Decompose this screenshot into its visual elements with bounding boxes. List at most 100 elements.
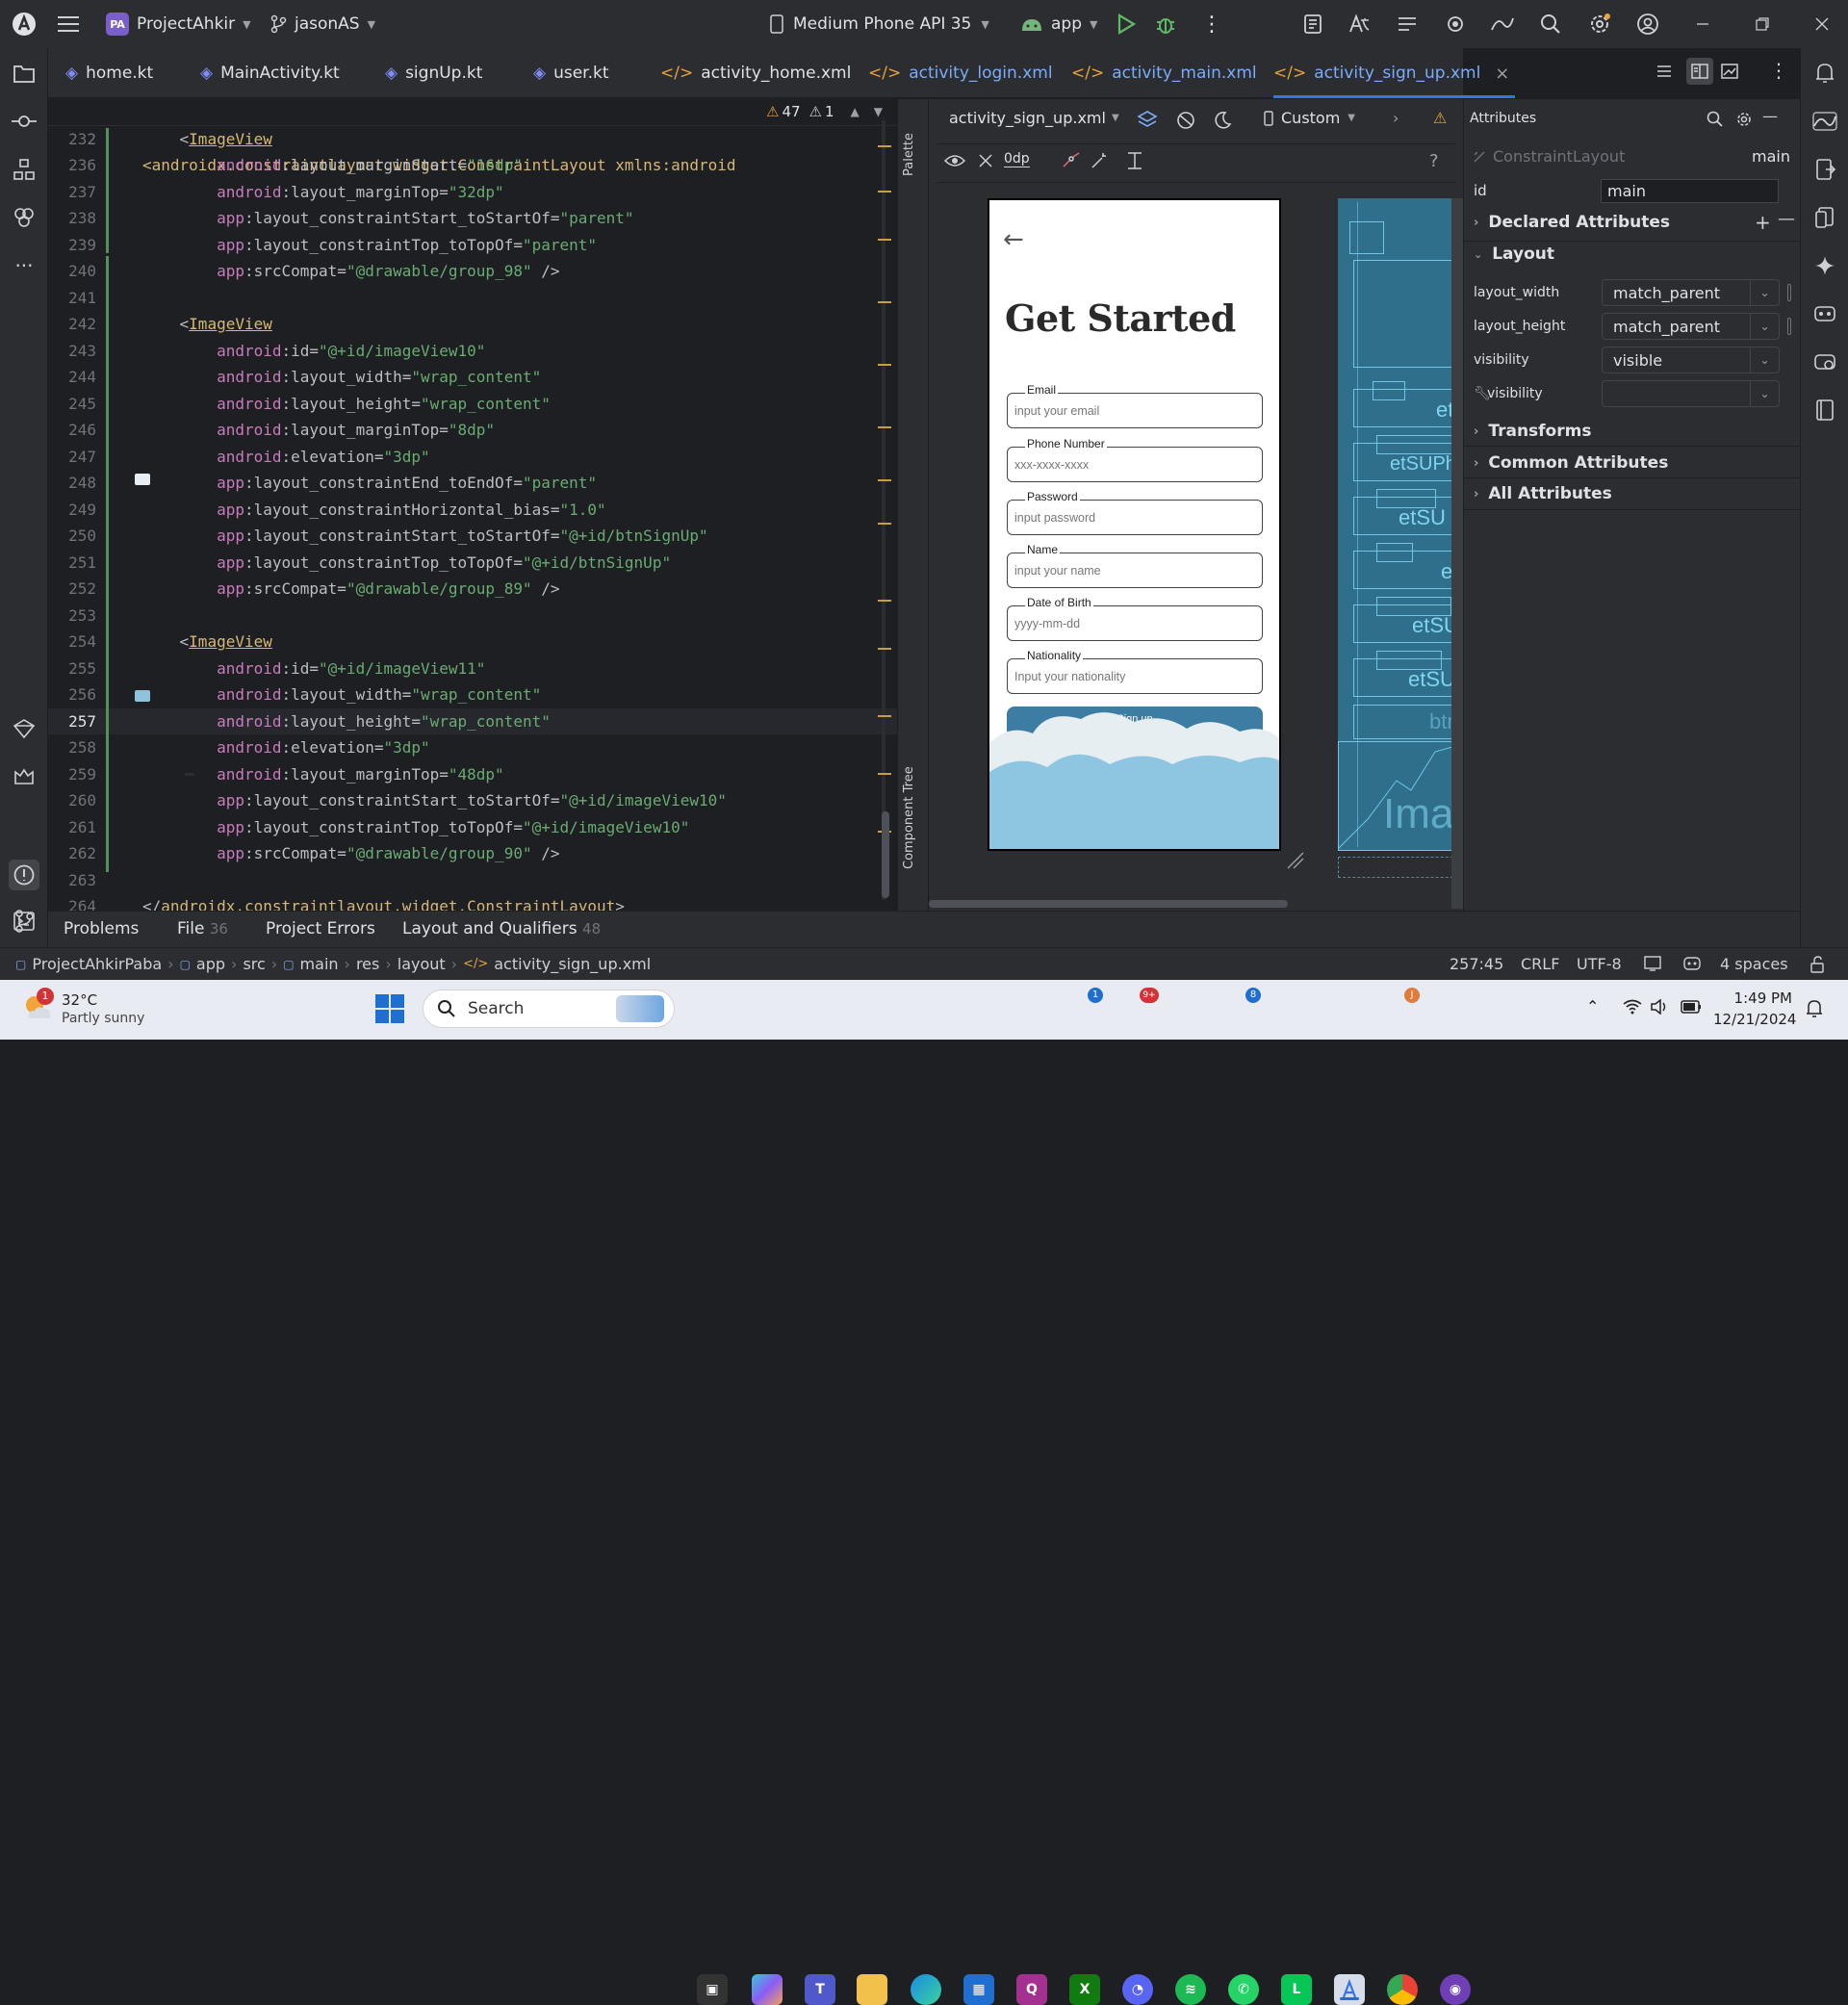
device-preset-selector[interactable]: Custom ▼ — [1264, 109, 1355, 127]
device-file-explorer-icon[interactable] — [1811, 156, 1838, 183]
commit-icon[interactable] — [11, 108, 38, 135]
layout-section[interactable]: ⌄ Layout — [1474, 244, 1554, 264]
weather-temp[interactable]: 32°C — [62, 991, 97, 1009]
date-of-birth-field[interactable]: Date of Birth yyyy-mm-dd — [1007, 596, 1263, 641]
close-tab-icon[interactable]: × — [1495, 64, 1509, 84]
code-line[interactable]: 262 app:srcCompat="@drawable/group_90" /… — [48, 840, 897, 867]
battery-icon[interactable] — [1681, 999, 1702, 1017]
back-arrow-icon[interactable]: ← — [1003, 225, 1024, 254]
line-separator[interactable]: CRLF — [1521, 955, 1559, 973]
id-input[interactable]: main — [1601, 179, 1779, 203]
unlocked-icon[interactable] — [1810, 956, 1825, 977]
maximize-window-icon[interactable] — [1756, 0, 1769, 48]
main-menu-icon[interactable] — [58, 0, 79, 48]
tab-activity-main-xml[interactable]: </> activity_main.xml — [1071, 48, 1257, 98]
app-quality-insights-icon[interactable] — [11, 763, 38, 790]
tab-signup-kt[interactable]: ◈ signUp.kt — [385, 48, 482, 98]
editor-scroll-thumb[interactable] — [882, 811, 889, 898]
code-line[interactable]: 248 app:layout_constraintEnd_toEndOf="pa… — [48, 470, 897, 497]
clock-time[interactable]: 1:49 PM — [1719, 990, 1792, 1007]
code-line[interactable]: 255 android:id="@+id/imageView11" — [48, 655, 897, 682]
code-line[interactable]: 249 app:layout_constraintHorizontal_bias… — [48, 497, 897, 524]
notifications-bell-icon[interactable] — [1811, 60, 1838, 87]
device-selector[interactable]: Medium Phone API 35 ▼ — [770, 0, 989, 48]
close-window-icon[interactable] — [1815, 0, 1829, 48]
translate-icon[interactable] — [1348, 0, 1371, 48]
gradle-icon[interactable] — [11, 715, 38, 742]
microsoft-store-icon[interactable]: ▦ — [963, 1974, 994, 2005]
tab-file[interactable]: File 36 — [177, 919, 228, 938]
code-line[interactable]: 258 android:elevation="3dp" — [48, 734, 897, 761]
version-control-icon[interactable] — [11, 908, 38, 935]
copilot-icon[interactable] — [752, 1974, 783, 2005]
wifi-icon[interactable] — [1623, 999, 1642, 1018]
code-line[interactable]: 259 android:layout_marginTop="48dp" — [48, 761, 897, 788]
code-line[interactable]: 237 android:layout_marginTop="32dp" — [48, 179, 897, 206]
tab-activity-sign-up-xml[interactable]: </> activity_sign_up.xml × — [1273, 48, 1516, 98]
split-view-icon[interactable] — [1686, 58, 1713, 85]
run-config-selector[interactable]: app ▼ — [1020, 0, 1097, 48]
attributes-search-icon[interactable] — [1707, 111, 1724, 132]
declared-attributes-section[interactable]: › Declared Attributes — [1474, 213, 1670, 232]
branch-selector[interactable]: jasonAS ▼ — [270, 0, 375, 48]
task-view-icon[interactable]: ▣ — [697, 1974, 728, 2005]
code-line[interactable]: 264 </androidx.constraintlayout.widget.Co… — [48, 893, 897, 911]
blueprint-preview[interactable]: etS etSUPh etSU etS etSU etSUN btn Imag — [1338, 198, 1477, 878]
tab-project-errors[interactable]: Project Errors — [266, 919, 375, 938]
caret-position[interactable]: 257:45 — [1450, 955, 1503, 973]
android-studio-logo-icon[interactable] — [12, 0, 37, 48]
code-line[interactable]: 260 app:layout_constraintStart_toStartOf… — [48, 787, 897, 814]
code-line[interactable]: 240 app:srcCompat="@drawable/group_98" /… — [48, 258, 897, 285]
problems-icon[interactable] — [9, 860, 39, 890]
code-line[interactable]: 241 — [48, 285, 897, 312]
component-tree-label[interactable]: Component Tree — [902, 766, 916, 869]
code-line[interactable]: 243 android:id="@+id/imageView10" — [48, 338, 897, 365]
inspection-widget[interactable]: ⚠ 47 ⚠ 1 ▲ ▼ — [766, 103, 883, 120]
xbox-icon[interactable]: X — [1069, 1974, 1100, 2005]
code-line[interactable]: 261 app:layout_constraintTop_toTopOf="@+… — [48, 814, 897, 841]
guidelines-icon[interactable] — [1125, 151, 1144, 174]
transforms-section[interactable]: › Transforms — [1474, 422, 1591, 441]
clear-constraints-icon[interactable] — [1062, 152, 1081, 173]
structure-icon[interactable] — [11, 156, 38, 183]
debug-icon[interactable] — [1155, 0, 1176, 48]
chrome-icon[interactable] — [1387, 1974, 1418, 2005]
teams-icon[interactable]: T — [805, 1974, 835, 2005]
code-line[interactable]: 256 android:layout_width="wrap_content" — [48, 681, 897, 708]
orientation-icon[interactable] — [1175, 110, 1196, 135]
edge-icon[interactable] — [911, 1974, 941, 2005]
night-mode-icon[interactable] — [1212, 110, 1233, 135]
code-line[interactable]: 263 — [48, 867, 897, 894]
resize-handle-icon[interactable] — [1286, 851, 1305, 874]
run-icon[interactable] — [1116, 0, 1136, 48]
windows-start-icon[interactable] — [375, 994, 404, 1027]
layout-width-dropdown[interactable]: match_parent ⌄ — [1602, 279, 1780, 306]
layout-inspector-icon[interactable] — [1811, 397, 1838, 424]
code-line[interactable]: 242 <ImageView — [48, 311, 897, 338]
name-field[interactable]: Name input your name — [1007, 543, 1263, 588]
chevron-right-icon[interactable]: › — [1393, 109, 1399, 127]
line-app-icon[interactable]: L — [1281, 1974, 1312, 2005]
code-view-icon[interactable] — [1656, 63, 1673, 84]
taskbar-search-box[interactable]: Search — [423, 990, 675, 1028]
indent-setting[interactable]: 4 spaces — [1720, 955, 1788, 973]
tools-visibility-dropdown[interactable]: ⌄ — [1602, 380, 1780, 407]
tab-problems[interactable]: Problems — [64, 919, 139, 938]
tab-layout-and-qualifiers[interactable]: Layout and Qualifiers 48 — [402, 919, 601, 938]
design-surface-icon[interactable] — [1137, 110, 1158, 135]
common-attributes-section[interactable]: › Common Attributes — [1474, 453, 1668, 473]
tab-more-options-icon[interactable]: ⋮ — [1769, 59, 1788, 82]
email-field[interactable]: Email input your email — [1007, 383, 1263, 428]
autoconnect-off-icon[interactable] — [977, 152, 994, 173]
remove-attribute-icon[interactable]: — — [1778, 209, 1795, 229]
code-line[interactable]: 244 android:layout_width="wrap_content" — [48, 364, 897, 391]
tab-home-kt[interactable]: ◈ home.kt — [65, 48, 153, 98]
code-line[interactable]: 257 android:layout_height="wrap_content" — [48, 707, 897, 734]
default-margin-selector[interactable]: 0dp — [1004, 151, 1030, 167]
settings-gear-icon[interactable] — [1444, 0, 1467, 48]
code-line[interactable]: 250 app:layout_constraintStart_toStartOf… — [48, 523, 897, 550]
spotify-icon[interactable]: ≋ — [1175, 1974, 1206, 2005]
tab-activity-login-xml[interactable]: </> activity_login.xml — [868, 48, 1053, 98]
code-line[interactable]: 236 android:layout_marginStart="16dp" — [48, 152, 897, 179]
project-folder-icon[interactable] — [11, 60, 38, 87]
